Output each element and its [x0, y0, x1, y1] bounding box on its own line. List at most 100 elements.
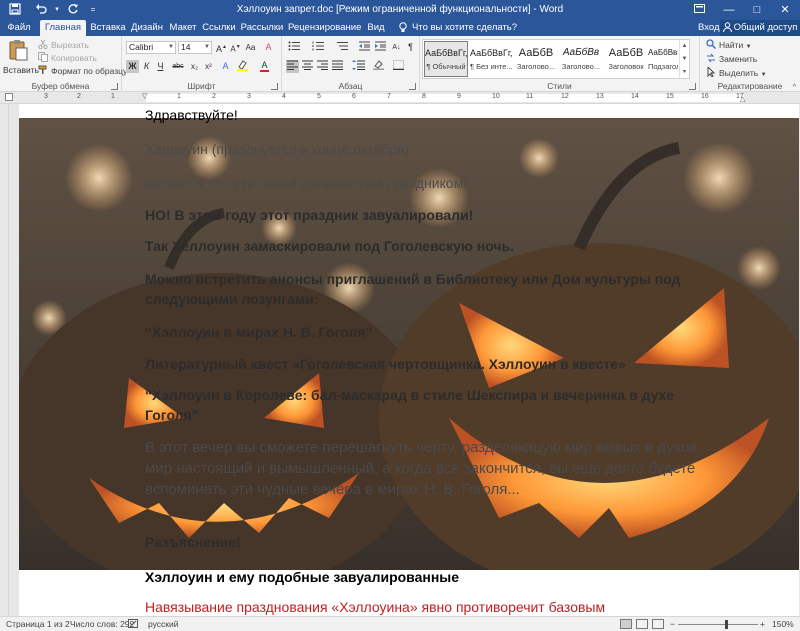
copy-button[interactable]: Копировать: [38, 52, 97, 64]
tab-view[interactable]: Вид: [364, 20, 388, 36]
indent-marker-icon[interactable]: ▽: [142, 92, 147, 100]
subscript-button[interactable]: x₂: [188, 60, 201, 73]
clipboard-launcher-icon[interactable]: [111, 83, 118, 90]
gallery-down-icon[interactable]: ▼: [679, 53, 689, 65]
text-effects-icon[interactable]: A: [219, 60, 232, 73]
clear-format-icon[interactable]: A: [262, 41, 275, 54]
multilevel-list-icon[interactable]: [334, 41, 350, 54]
highlighter-icon[interactable]: [236, 60, 249, 73]
style-heading-2[interactable]: АаБбВв Заголово...: [559, 41, 603, 77]
zoom-slider[interactable]: [678, 624, 758, 625]
word-count[interactable]: Число слов: 292: [70, 619, 134, 629]
sort-icon[interactable]: A↓: [390, 41, 403, 54]
doc-paragraph[interactable]: В этот вечер вы сможете перешагнуть черт…: [145, 437, 725, 500]
document-canvas[interactable]: Здравствуйте! Хэллоуин (празднуется в ко…: [9, 104, 800, 616]
change-case-icon[interactable]: Aa: [244, 41, 257, 54]
save-icon[interactable]: [8, 3, 22, 17]
shrink-font-icon[interactable]: A▼: [229, 41, 242, 54]
shading-icon[interactable]: [372, 60, 385, 73]
redo-icon[interactable]: [66, 3, 80, 17]
doc-paragraph[interactable]: является по сути своей сатанинским празд…: [145, 174, 725, 192]
style-heading-1[interactable]: АаБбВ Заголово...: [514, 41, 558, 77]
doc-paragraph[interactable]: Хэллоуин и ему подобные завуалированные: [145, 568, 725, 586]
ribbon-display-icon[interactable]: [682, 0, 716, 20]
grow-font-icon[interactable]: A▲: [215, 41, 228, 54]
tab-insert[interactable]: Вставка: [90, 20, 126, 36]
bold-button[interactable]: Ж: [126, 60, 139, 73]
tab-file[interactable]: Файл: [4, 20, 34, 36]
doc-paragraph[interactable]: “Хэллоуин в мирах Н. В. Гоголя”: [145, 323, 725, 341]
zoom-in-icon[interactable]: +: [760, 619, 765, 629]
gallery-more-icon[interactable]: ▾: [679, 66, 689, 78]
underline-button[interactable]: Ч: [154, 60, 167, 73]
italic-button[interactable]: К: [140, 60, 153, 73]
superscript-button[interactable]: x²: [202, 60, 215, 73]
tab-selector-icon[interactable]: [5, 93, 13, 101]
tab-layout[interactable]: Макет: [168, 20, 198, 36]
justify-icon[interactable]: [331, 60, 344, 73]
proofing-icon[interactable]: [128, 619, 138, 630]
vertical-ruler[interactable]: [0, 104, 9, 616]
bullets-icon[interactable]: [286, 41, 302, 54]
print-layout-icon[interactable]: [636, 619, 648, 629]
line-spacing-icon[interactable]: [350, 60, 366, 73]
qat-customize-icon[interactable]: =: [86, 3, 100, 17]
font-size-select[interactable]: 14 ▼: [178, 41, 212, 54]
replace-button[interactable]: Заменить: [706, 53, 757, 65]
style-subtitle[interactable]: АаБбВвГ Подзагол...: [647, 41, 679, 77]
greeting-paragraph[interactable]: Здравствуйте!: [145, 106, 725, 124]
language-indicator[interactable]: русский: [148, 619, 179, 629]
doc-paragraph[interactable]: НО! В этом году этот праздник завуалиров…: [145, 206, 725, 224]
increase-indent-icon[interactable]: [374, 41, 387, 54]
format-painter-button[interactable]: Формат по образцу: [38, 65, 127, 77]
style-normal[interactable]: АаБбВвГг, ¶ Обычный: [424, 41, 468, 77]
show-marks-button[interactable]: ¶: [404, 41, 417, 54]
undo-icon[interactable]: [34, 3, 48, 17]
doc-paragraph[interactable]: Разъяснение!: [145, 533, 725, 551]
align-center-icon[interactable]: [301, 60, 314, 73]
borders-icon[interactable]: [392, 60, 405, 73]
tab-design[interactable]: Дизайн: [130, 20, 164, 36]
tab-mailings[interactable]: Рассылки: [240, 20, 284, 36]
font-name-select[interactable]: Calibri ▼: [126, 41, 176, 54]
collapse-ribbon-icon[interactable]: ^: [793, 84, 796, 91]
styles-launcher-icon[interactable]: [689, 83, 696, 90]
style-title[interactable]: АаБбВ Заголовок: [604, 41, 648, 77]
doc-paragraph[interactable]: Литературный квест «Гоголевская чертовщи…: [145, 355, 725, 373]
right-indent-marker-icon[interactable]: △: [740, 95, 745, 103]
gallery-up-icon[interactable]: ▲: [679, 40, 689, 52]
doc-paragraph[interactable]: Навязывание празднования «Хэллоуина» явн…: [145, 598, 725, 616]
close-button[interactable]: ✕: [768, 0, 800, 20]
tell-me-search[interactable]: Что вы хотите сделать?: [412, 20, 517, 36]
zoom-slider-thumb[interactable]: [725, 620, 728, 629]
undo-dropdown-icon[interactable]: ▾: [50, 3, 64, 17]
document-page[interactable]: Здравствуйте! Хэллоуин (празднуется в ко…: [19, 104, 799, 616]
page-count[interactable]: Страница 1 из 2: [6, 619, 70, 629]
doc-paragraph[interactable]: “Хэллоуин в Королеве: бал-маскарад в сти…: [145, 385, 725, 425]
cut-button[interactable]: Вырезать: [38, 39, 89, 51]
find-button[interactable]: Найти ▼: [706, 39, 752, 53]
signin-link[interactable]: Вход: [698, 20, 720, 36]
paragraph-launcher-icon[interactable]: [409, 83, 416, 90]
doc-paragraph[interactable]: Можно встретить анонсы приглашений в Биб…: [145, 269, 725, 309]
zoom-out-icon[interactable]: −: [670, 619, 675, 629]
web-layout-icon[interactable]: [652, 619, 664, 629]
tab-review[interactable]: Рецензирование: [288, 20, 361, 36]
doc-paragraph[interactable]: Хэллоуин (празднуется в конце октября): [145, 140, 725, 158]
strikethrough-button[interactable]: abc: [170, 60, 186, 73]
read-mode-icon[interactable]: [620, 619, 632, 629]
decrease-indent-icon[interactable]: [358, 41, 371, 54]
font-launcher-icon[interactable]: [271, 83, 278, 90]
numbering-icon[interactable]: [310, 41, 326, 54]
paste-button[interactable]: Вставить: [3, 38, 39, 80]
style-no-spacing[interactable]: АаБбВвГг, ¶ Без инте...: [469, 41, 513, 77]
horizontal-ruler[interactable]: 3 2 1 ▽ 1 2 3 4 5 6 7 8 9 10 11 12 13 14…: [0, 92, 800, 104]
align-left-icon[interactable]: [286, 60, 299, 73]
share-button[interactable]: Общий доступ: [720, 20, 800, 36]
doc-paragraph[interactable]: Так Хеллоуин замаскировали под Гоголевск…: [145, 237, 725, 255]
zoom-level[interactable]: 150%: [772, 619, 794, 629]
align-right-icon[interactable]: [316, 60, 329, 73]
tab-home[interactable]: Главная: [40, 20, 86, 36]
tab-references[interactable]: Ссылки: [202, 20, 236, 36]
select-button[interactable]: Выделить ▼: [706, 65, 767, 81]
